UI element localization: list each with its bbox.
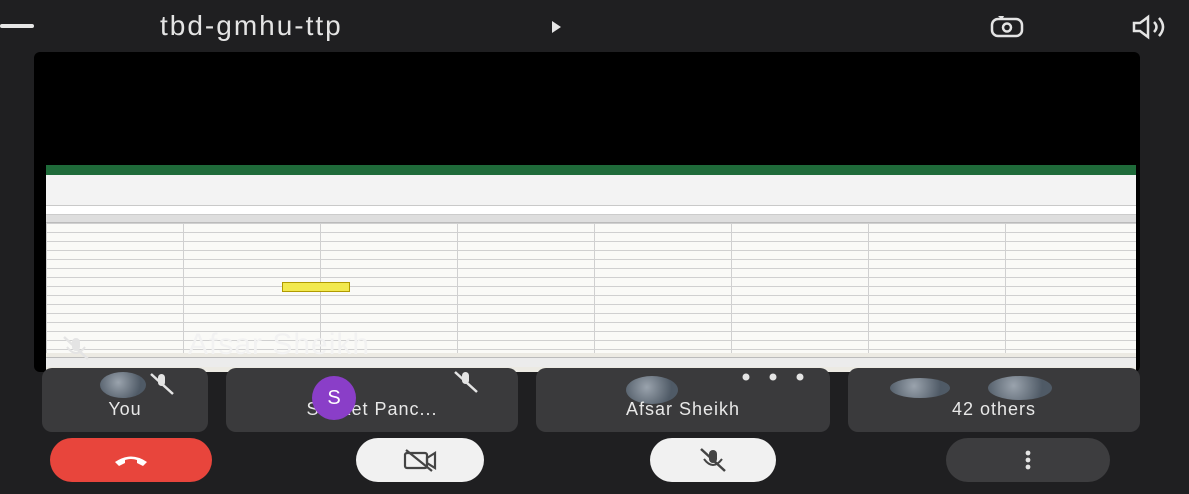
camera-switch-icon[interactable] <box>988 14 1026 40</box>
excel-column-headers <box>46 215 1136 223</box>
speaker-icon[interactable] <box>1132 14 1172 40</box>
selected-cell <box>282 282 350 292</box>
mic-toggle-button[interactable] <box>650 438 776 482</box>
avatar: S <box>312 376 356 420</box>
mic-off-icon <box>454 371 478 393</box>
avatar <box>988 376 1052 400</box>
camera-toggle-button[interactable] <box>356 438 484 482</box>
camera-off-icon <box>403 449 437 472</box>
mic-off-icon <box>150 373 174 395</box>
participant-name: Sanket Panc... <box>306 399 438 419</box>
back-dash-icon[interactable] <box>0 24 34 28</box>
participant-tile-you[interactable]: You <box>42 368 208 432</box>
participant-name: Afsar Sheikh <box>625 399 741 419</box>
avatar <box>890 378 950 398</box>
mic-off-icon <box>63 336 89 360</box>
excel-ribbon <box>46 175 1136 206</box>
meeting-code[interactable]: tbd-gmhu-ttp <box>160 10 343 42</box>
excel-formula-bar <box>46 206 1136 215</box>
participant-tile-others[interactable]: 42 others <box>848 368 1140 432</box>
excel-ribbon-tabs <box>46 165 1136 175</box>
mic-off-icon <box>700 448 726 472</box>
more-options-button[interactable] <box>946 438 1110 482</box>
more-horiz-icon[interactable] <box>740 373 806 381</box>
participant-name: 42 others <box>951 399 1037 419</box>
avatar <box>100 372 146 398</box>
end-call-button[interactable] <box>50 438 212 482</box>
more-vert-icon <box>1025 450 1031 470</box>
top-bar: tbd-gmhu-ttp <box>0 0 1189 52</box>
phone-hangup-icon <box>115 456 147 466</box>
presenter-name: Afsar Sheikh <box>188 328 371 361</box>
play-arrow-icon[interactable] <box>552 21 561 33</box>
presenter-stage[interactable] <box>34 52 1140 372</box>
participant-name: You <box>108 399 142 419</box>
